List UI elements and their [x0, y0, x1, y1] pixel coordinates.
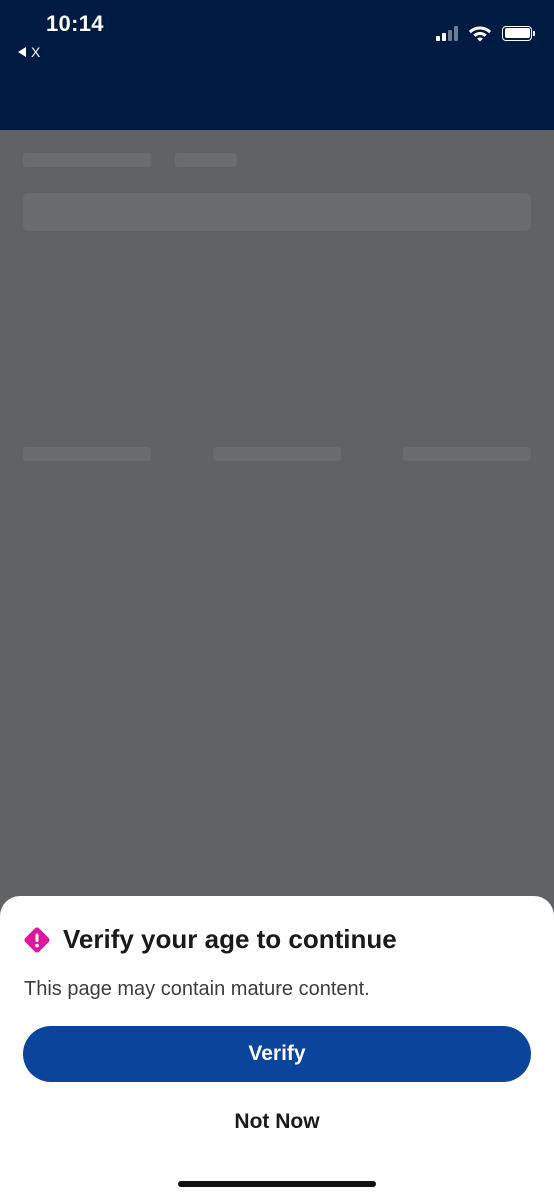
skeleton-line: [23, 153, 151, 167]
sheet-title: Verify your age to continue: [63, 924, 397, 954]
battery-icon: [502, 25, 535, 41]
not-now-button[interactable]: Not Now: [23, 1100, 531, 1144]
skeleton-line: [175, 153, 237, 167]
app-screen: 10:14 X Verify your age to continue This…: [0, 0, 554, 1200]
verify-button[interactable]: Verify: [23, 1026, 531, 1082]
skeleton-line: [23, 447, 151, 461]
back-to-app-link[interactable]: X: [18, 44, 40, 60]
alert-diamond-icon: [24, 927, 50, 952]
status-time: 10:14: [46, 11, 104, 36]
back-triangle-icon: [18, 47, 26, 57]
header-bar: 10:14 X: [0, 0, 554, 130]
skeleton-line: [403, 447, 531, 461]
sheet-title-row: Verify your age to continue: [23, 924, 397, 955]
home-indicator[interactable]: [178, 1181, 376, 1187]
skeleton-block: [23, 193, 531, 231]
cellular-signal-icon: [436, 25, 458, 41]
age-verification-sheet: Verify your age to continue This page ma…: [0, 896, 554, 1200]
skeleton-line: [213, 447, 341, 461]
sheet-message: This page may contain mature content.: [24, 978, 370, 1000]
wifi-icon: [468, 26, 492, 42]
status-icons: [436, 24, 535, 42]
back-app-label: X: [31, 44, 41, 60]
